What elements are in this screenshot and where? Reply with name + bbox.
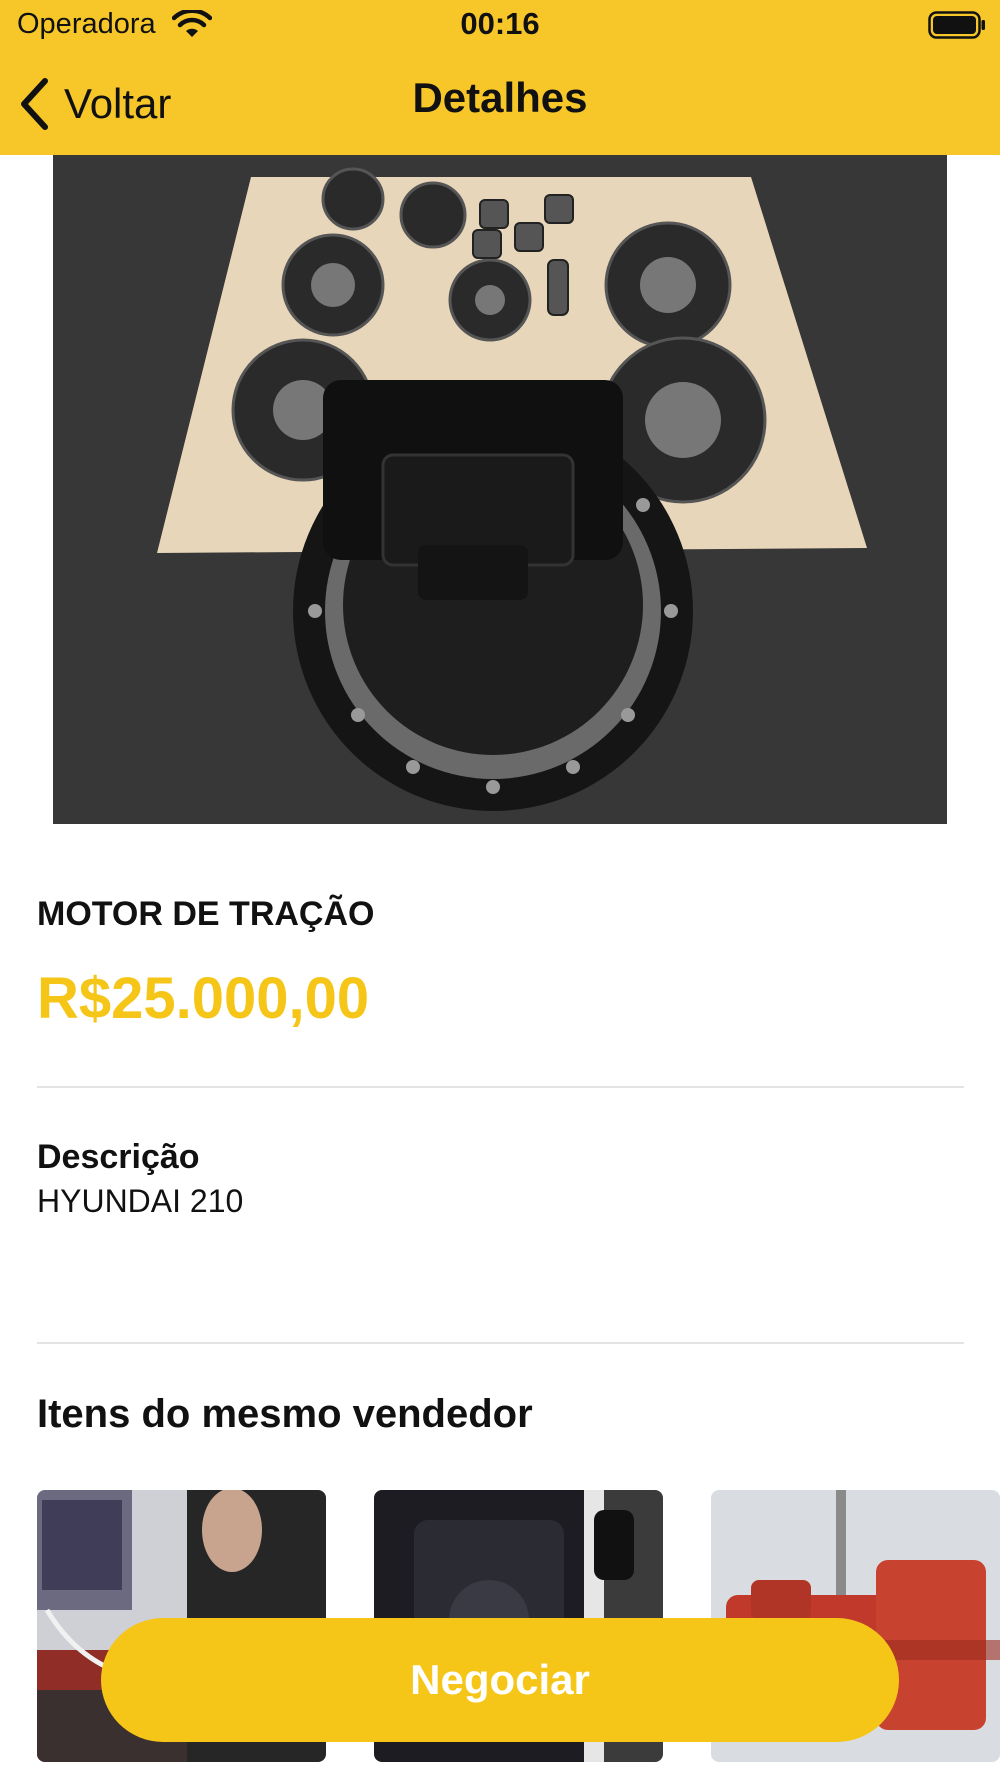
product-photo[interactable] bbox=[53, 155, 947, 824]
page-title: Detalhes bbox=[412, 74, 588, 121]
description-text: HYUNDAI 210 bbox=[37, 1183, 244, 1219]
divider bbox=[37, 1086, 964, 1088]
top-bar: Operadora 00:16 Voltar Detalhes bbox=[0, 0, 1000, 155]
divider bbox=[37, 1342, 964, 1344]
product-price: R$25.000,00 bbox=[37, 966, 370, 1031]
product-name: MOTOR DE TRAÇÃO bbox=[37, 895, 375, 933]
description-label: Descrição bbox=[37, 1138, 200, 1176]
negotiate-button[interactable]: Negociar bbox=[101, 1618, 899, 1742]
seller-items-heading: Itens do mesmo vendedor bbox=[37, 1392, 533, 1436]
battery-icon bbox=[928, 11, 985, 39]
status-time: 00:16 bbox=[460, 6, 540, 41]
